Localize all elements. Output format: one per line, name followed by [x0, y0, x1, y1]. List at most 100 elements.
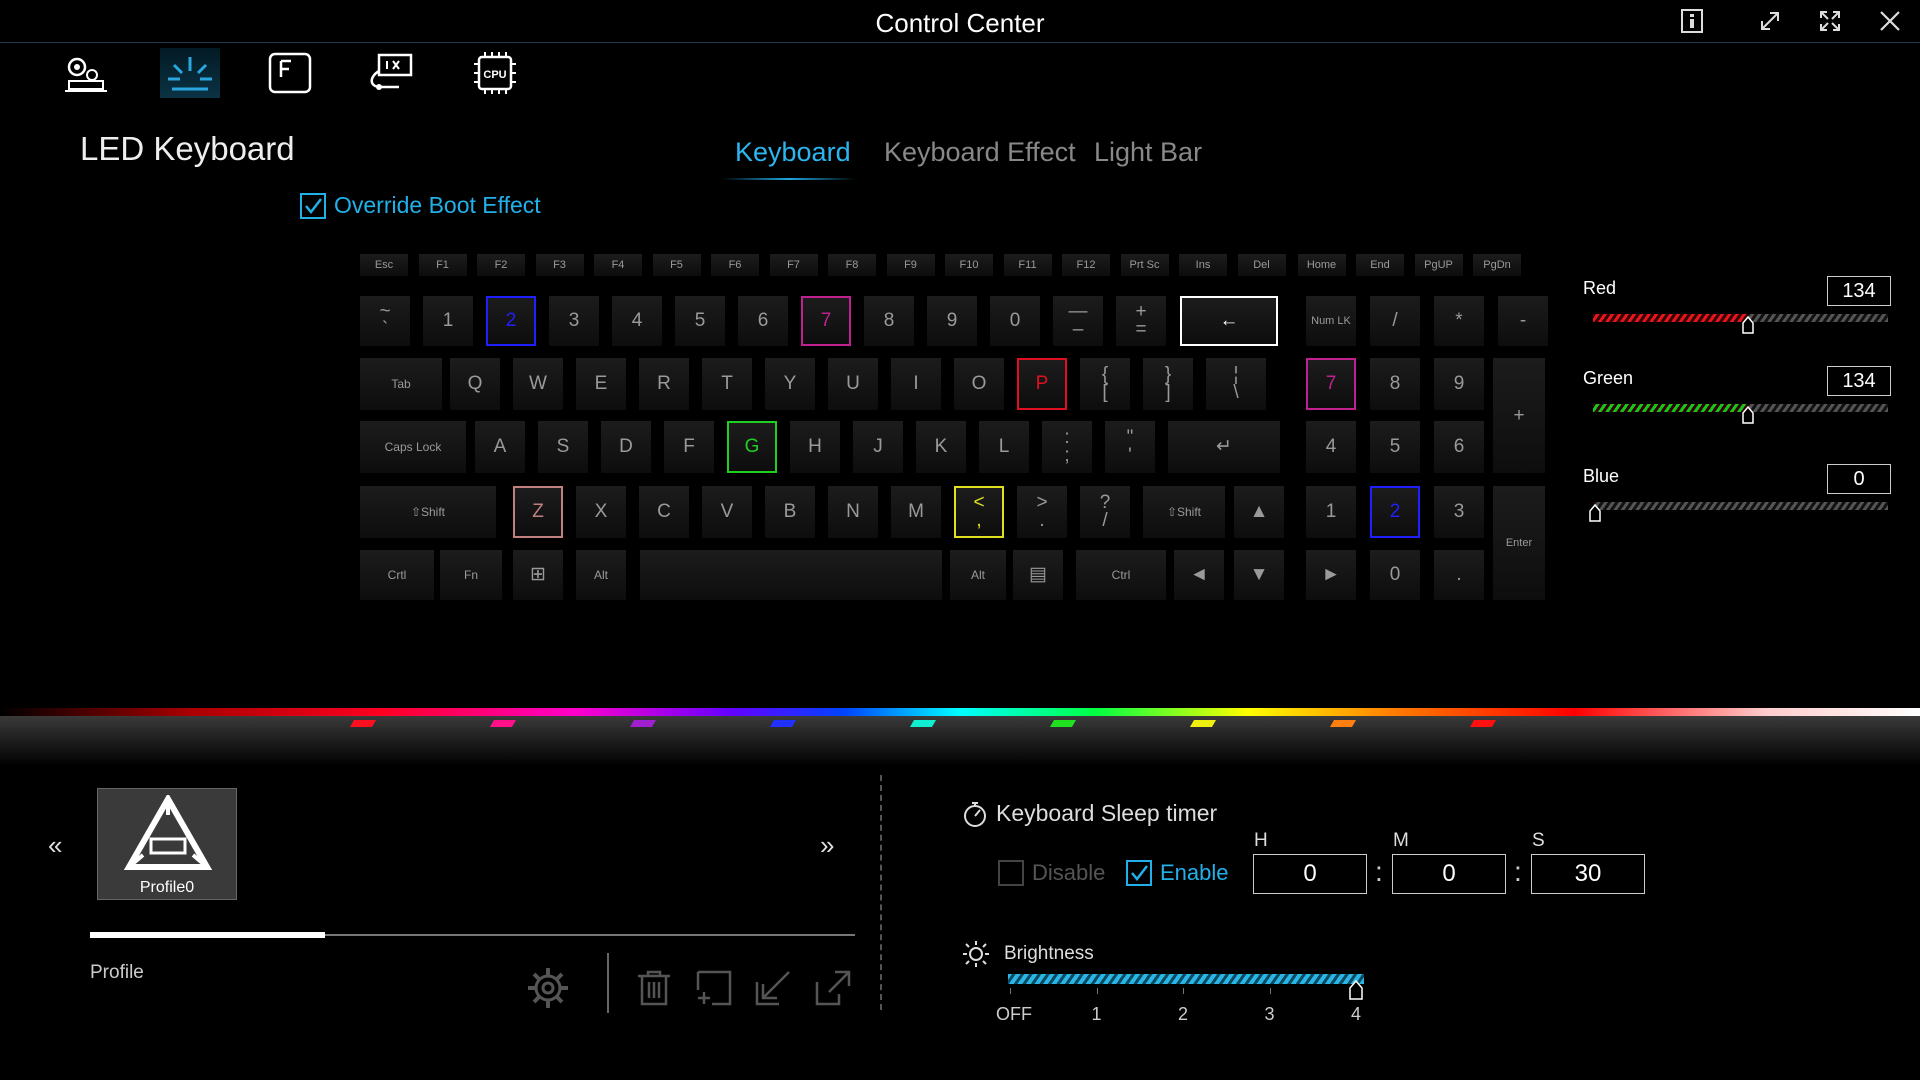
close-button[interactable]: [1868, 6, 1912, 36]
light-bar-segment[interactable]: [1469, 720, 1497, 727]
key-f12[interactable]: F12: [1062, 254, 1110, 276]
key-s[interactable]: S: [538, 421, 588, 473]
key-h[interactable]: H: [790, 421, 840, 473]
key-f2[interactable]: F2: [477, 254, 525, 276]
key-sym[interactable]: ~ `: [360, 296, 410, 346]
nav-connection[interactable]: [362, 48, 422, 98]
profile-export-button[interactable]: [810, 965, 856, 1011]
slider-value-blue[interactable]: 0: [1827, 464, 1891, 494]
tab-keyboard[interactable]: Keyboard: [735, 137, 851, 168]
key-v[interactable]: V: [702, 486, 752, 538]
key-1[interactable]: 1: [423, 296, 473, 346]
key-2[interactable]: 2: [486, 296, 536, 346]
key-a[interactable]: A: [475, 421, 525, 473]
key-sym[interactable]: " ': [1105, 421, 1155, 473]
key-5[interactable]: 5: [675, 296, 725, 346]
key-3[interactable]: 3: [1434, 486, 1484, 538]
key-0[interactable]: 0: [1370, 550, 1420, 600]
key-alt[interactable]: Alt: [576, 550, 626, 600]
nav-led-keyboard[interactable]: [160, 48, 220, 98]
profile-card[interactable]: Profile0: [97, 788, 237, 900]
tab-keyboard-effect[interactable]: Keyboard Effect: [884, 137, 1076, 168]
key-z[interactable]: Z: [513, 486, 563, 538]
profile-prev-button[interactable]: «: [48, 830, 62, 861]
light-bar-segment[interactable]: [909, 720, 937, 727]
key-tab[interactable]: Tab: [360, 358, 442, 410]
key-f9[interactable]: F9: [886, 254, 935, 276]
key-space[interactable]: [640, 550, 942, 600]
key-sym[interactable]: ↵: [1168, 421, 1280, 473]
key-8[interactable]: 8: [1370, 358, 1420, 410]
key-caps-lock[interactable]: Caps Lock: [360, 421, 466, 473]
minutes-input[interactable]: 0: [1392, 854, 1506, 894]
light-bar-segment[interactable]: [1329, 720, 1357, 727]
key-sym[interactable]: ▼: [1234, 550, 1284, 600]
key-sym[interactable]: -: [1498, 296, 1548, 346]
key-9[interactable]: 9: [1434, 358, 1484, 410]
info-button[interactable]: [1670, 6, 1714, 36]
key-y[interactable]: Y: [765, 358, 815, 410]
key-esc[interactable]: Esc: [360, 254, 408, 276]
nav-cpu[interactable]: CPU: [465, 48, 525, 98]
light-bar-segment[interactable]: [489, 720, 517, 727]
key-f10[interactable]: F10: [945, 254, 993, 276]
light-bar-segment[interactable]: [1049, 720, 1077, 727]
key-sym[interactable]: { [: [1080, 358, 1130, 410]
key-sym[interactable]: + =: [1116, 296, 1166, 346]
key-sym[interactable]: — –: [1053, 296, 1103, 346]
key-sym[interactable]: ▤: [1013, 550, 1063, 600]
key-sym[interactable]: ¦ \: [1206, 358, 1266, 410]
key-sym[interactable]: ◄: [1174, 550, 1224, 600]
key-f1[interactable]: F1: [418, 254, 467, 276]
key-o[interactable]: O: [954, 358, 1004, 410]
key-sym[interactable]: /: [1370, 296, 1420, 346]
key-9[interactable]: 9: [927, 296, 977, 346]
key-enter[interactable]: Enter: [1493, 486, 1545, 600]
profile-add-button[interactable]: [691, 965, 737, 1011]
brightness-slider-thumb[interactable]: [1349, 980, 1363, 1000]
key-sym[interactable]: < ,: [954, 486, 1004, 538]
key-p[interactable]: P: [1017, 358, 1067, 410]
key-fn[interactable]: Fn: [440, 550, 502, 600]
key-5[interactable]: 5: [1370, 421, 1420, 473]
key-q[interactable]: Q: [450, 358, 500, 410]
key-4[interactable]: 4: [1306, 421, 1356, 473]
key-j[interactable]: J: [853, 421, 903, 473]
profile-delete-button[interactable]: [631, 965, 677, 1011]
key-sym[interactable]: ←: [1180, 296, 1278, 346]
key-sym[interactable]: +: [1493, 358, 1545, 473]
nav-function-keys[interactable]: [260, 48, 320, 98]
key-sym[interactable]: *: [1434, 296, 1484, 346]
key-sym[interactable]: ? /: [1080, 486, 1130, 538]
key-sym[interactable]: ►: [1306, 550, 1356, 600]
key-l[interactable]: L: [979, 421, 1029, 473]
key-pgup[interactable]: PgUP: [1414, 254, 1463, 276]
light-bar-segment[interactable]: [1189, 720, 1217, 727]
key-r[interactable]: R: [639, 358, 689, 410]
key-crtl[interactable]: Crtl: [360, 550, 434, 600]
key-pgdn[interactable]: PgDn: [1473, 254, 1521, 276]
key-del[interactable]: Del: [1237, 254, 1286, 276]
slider-value-red[interactable]: 134: [1827, 276, 1891, 306]
key-shift[interactable]: ⇧Shift: [1143, 486, 1225, 538]
key-t[interactable]: T: [702, 358, 752, 410]
key-num-lk[interactable]: Num LK: [1306, 296, 1356, 346]
key-sym[interactable]: : ;: [1042, 421, 1092, 473]
key-end[interactable]: End: [1356, 254, 1404, 276]
key-x[interactable]: X: [576, 486, 626, 538]
tab-light-bar[interactable]: Light Bar: [1094, 137, 1202, 168]
profile-scroll-thumb[interactable]: [90, 932, 325, 938]
seconds-input[interactable]: 30: [1531, 854, 1645, 894]
key-7[interactable]: 7: [801, 296, 851, 346]
key-b[interactable]: B: [765, 486, 815, 538]
key-m[interactable]: M: [891, 486, 941, 538]
hours-input[interactable]: 0: [1253, 854, 1367, 894]
key-6[interactable]: 6: [738, 296, 788, 346]
key-w[interactable]: W: [513, 358, 563, 410]
key-0[interactable]: 0: [990, 296, 1040, 346]
key-6[interactable]: 6: [1434, 421, 1484, 473]
key-i[interactable]: I: [891, 358, 941, 410]
slider-track-blue[interactable]: [1593, 502, 1888, 510]
override-boot-effect-checkbox[interactable]: Override Boot Effect: [300, 192, 541, 219]
brightness-slider-track[interactable]: [1008, 974, 1364, 984]
